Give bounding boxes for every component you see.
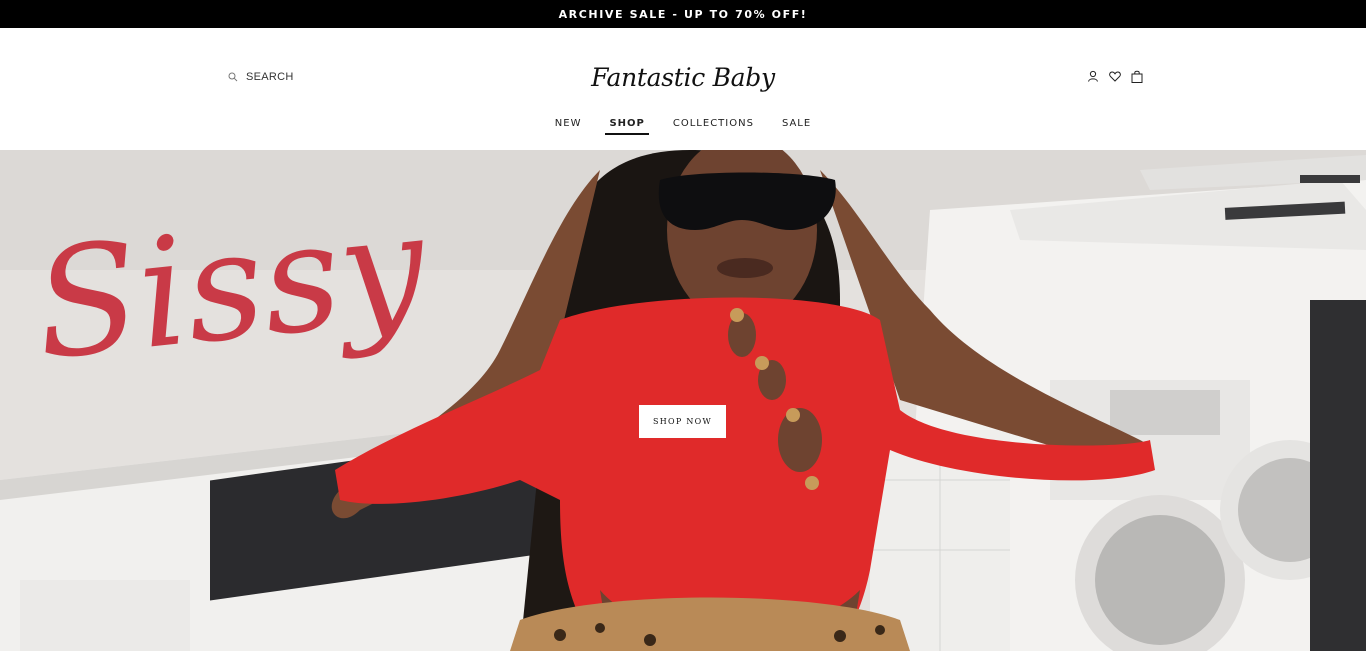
shop-now-button[interactable]: SHOP NOW	[639, 405, 726, 438]
nav-item-sale[interactable]: SALE	[768, 114, 825, 135]
main-nav: NEW SHOP COLLECTIONS SALE	[0, 114, 1366, 135]
site-header: SEARCH Fantastic Baby NEW SHOP COLLECTIO…	[0, 28, 1366, 150]
hero-script-text: Sissy	[27, 179, 433, 394]
announcement-bar: ARCHIVE SALE - UP TO 70% OFF!	[0, 0, 1366, 28]
announcement-text: ARCHIVE SALE - UP TO 70% OFF!	[558, 7, 808, 21]
hero-banner[interactable]: Sissy SHOP NOW	[0, 150, 1366, 651]
cart-icon[interactable]	[1130, 68, 1144, 84]
search-icon	[228, 72, 238, 82]
nav-item-collections[interactable]: COLLECTIONS	[659, 114, 768, 135]
search-label: SEARCH	[246, 71, 294, 83]
nav-item-new[interactable]: NEW	[541, 114, 596, 135]
site-logo[interactable]: Fantastic Baby	[583, 56, 783, 98]
nav-item-shop[interactable]: SHOP	[595, 114, 658, 135]
search-trigger[interactable]: SEARCH	[228, 68, 294, 86]
logo-text: Fantastic Baby	[591, 62, 775, 92]
header-actions	[1086, 68, 1144, 84]
wishlist-icon[interactable]	[1108, 68, 1122, 84]
account-icon[interactable]	[1086, 68, 1100, 84]
